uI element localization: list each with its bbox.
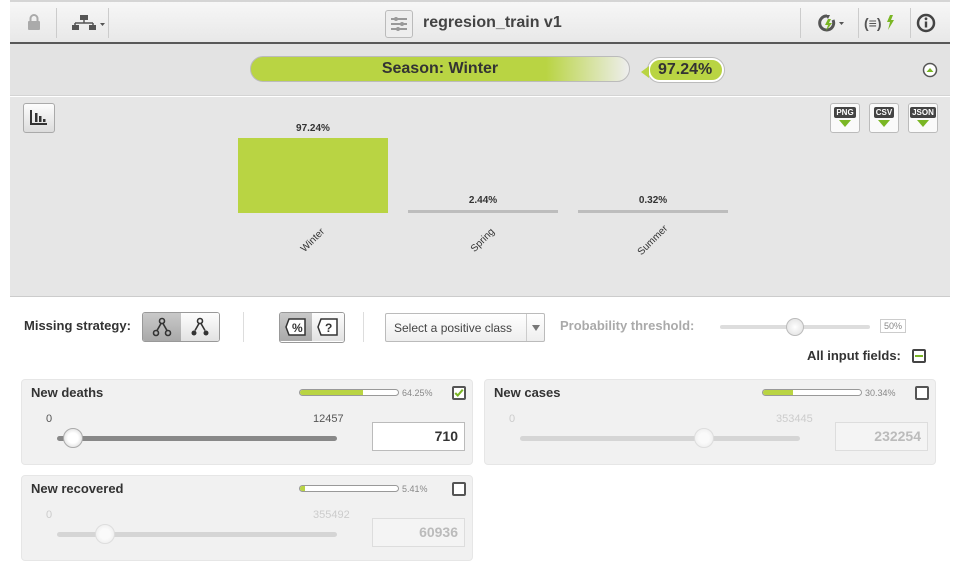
field-enabled-checkbox[interactable] xyxy=(452,386,466,400)
chart-value-label: 2.44% xyxy=(468,195,498,206)
field-enabled-checkbox[interactable] xyxy=(452,482,466,496)
importance-bar xyxy=(299,485,399,492)
input-field-card: New deaths 64.25% 0 12457 710 xyxy=(21,379,473,465)
field-name: New deaths xyxy=(31,385,104,400)
lock-icon[interactable] xyxy=(24,12,44,32)
threshold-value: 50% xyxy=(880,319,907,333)
missing-strategy-label: Missing strategy: xyxy=(24,318,131,333)
field-name: New cases xyxy=(494,385,561,400)
importance-percent: 30.34% xyxy=(865,388,896,398)
model-title: regresion_train v1 xyxy=(423,14,562,31)
slider-max-label: 355492 xyxy=(313,509,350,521)
importance-bar xyxy=(762,389,862,396)
svg-text:(≡): (≡) xyxy=(864,15,882,31)
chart-category-label: Summer xyxy=(635,223,671,258)
question-tag-icon: ? xyxy=(317,318,338,336)
field-slider-handle[interactable] xyxy=(693,428,714,448)
percent-mode-button[interactable]: % xyxy=(280,313,312,341)
chevron-down-icon xyxy=(526,314,544,341)
input-field-card: New recovered 5.41% 0 355492 60936 xyxy=(21,475,473,561)
percent-tag-icon: % xyxy=(285,318,306,336)
tree-structure-icon[interactable] xyxy=(68,12,108,34)
threshold-slider-handle[interactable] xyxy=(786,318,804,336)
slider-min-label: 0 xyxy=(46,509,53,521)
prediction-confidence: 97.24% xyxy=(640,58,725,82)
checkmark-icon xyxy=(454,388,464,398)
bar-chart: 97.24% Winter 2.44% Spring 0.32% Summer xyxy=(10,97,950,297)
field-value-input[interactable]: 60936 xyxy=(372,518,465,547)
tree-node-icon xyxy=(152,317,172,337)
all-input-fields-label: All input fields: xyxy=(807,348,901,363)
prediction-label: Season: Winter xyxy=(250,56,630,82)
missing-strategy-toggle xyxy=(142,312,220,342)
chart-category-label: Winter xyxy=(298,226,328,255)
all-input-fields-toggle[interactable] xyxy=(912,349,926,363)
field-slider-track[interactable] xyxy=(57,436,337,441)
chart-category-label: Spring xyxy=(468,226,498,255)
slider-max-label: 12457 xyxy=(313,413,344,425)
collapse-icon[interactable] xyxy=(922,62,938,78)
slider-min-label: 0 xyxy=(46,413,53,425)
importance-percent: 64.25% xyxy=(402,388,433,398)
info-icon[interactable] xyxy=(915,12,937,34)
proportional-strategy-button[interactable] xyxy=(181,313,219,341)
field-slider-track[interactable] xyxy=(520,436,800,441)
field-enabled-checkbox[interactable] xyxy=(915,386,929,400)
field-slider-handle[interactable] xyxy=(62,428,83,448)
field-value-input[interactable]: 232254 xyxy=(835,422,928,451)
chart-value-label: 97.24% xyxy=(296,123,330,135)
distribution-chart-panel: PNG CSV JSON 97.24% Winter 2.44% Spring 0.32… xyxy=(10,97,950,297)
last-prediction-strategy-button[interactable] xyxy=(143,313,181,341)
minus-icon xyxy=(915,355,923,357)
chart-bar-spring xyxy=(408,210,558,213)
positive-class-placeholder: Select a positive class xyxy=(394,320,513,335)
chart-bar-summer xyxy=(578,210,728,213)
chart-value-label: 0.32% xyxy=(638,195,668,206)
importance-bar xyxy=(299,389,399,396)
importance-bar-fill xyxy=(763,390,793,395)
prediction-band: Season: Winter 97.24% xyxy=(10,44,950,96)
slider-min-label: 0 xyxy=(509,413,516,425)
positive-class-select[interactable]: Select a positive class xyxy=(385,313,545,342)
probability-threshold-label: Probability threshold: xyxy=(560,318,695,333)
importance-bar-fill xyxy=(300,486,306,491)
field-slider-handle[interactable] xyxy=(94,524,115,544)
tree-node-filled-icon xyxy=(191,317,209,336)
importance-bar-fill xyxy=(300,390,363,395)
field-name: New recovered xyxy=(31,481,124,496)
refresh-lightning-icon[interactable] xyxy=(812,12,848,34)
prediction-mode-toggle: % ? xyxy=(279,312,345,343)
model-icon xyxy=(385,10,413,38)
formula-lightning-icon[interactable]: (≡) xyxy=(862,12,902,34)
field-value-input[interactable]: 710 xyxy=(372,422,465,451)
svg-text:?: ? xyxy=(325,321,332,335)
slider-max-label: 353445 xyxy=(776,413,813,425)
top-toolbar: regresion_train v1 (≡) xyxy=(10,0,950,44)
chart-bar-winter xyxy=(238,138,388,213)
importance-percent: 5.41% xyxy=(402,484,428,494)
question-mode-button[interactable]: ? xyxy=(312,313,344,341)
input-field-card: New cases 30.34% 0 353445 232254 xyxy=(484,379,936,465)
svg-text:%: % xyxy=(292,321,303,335)
